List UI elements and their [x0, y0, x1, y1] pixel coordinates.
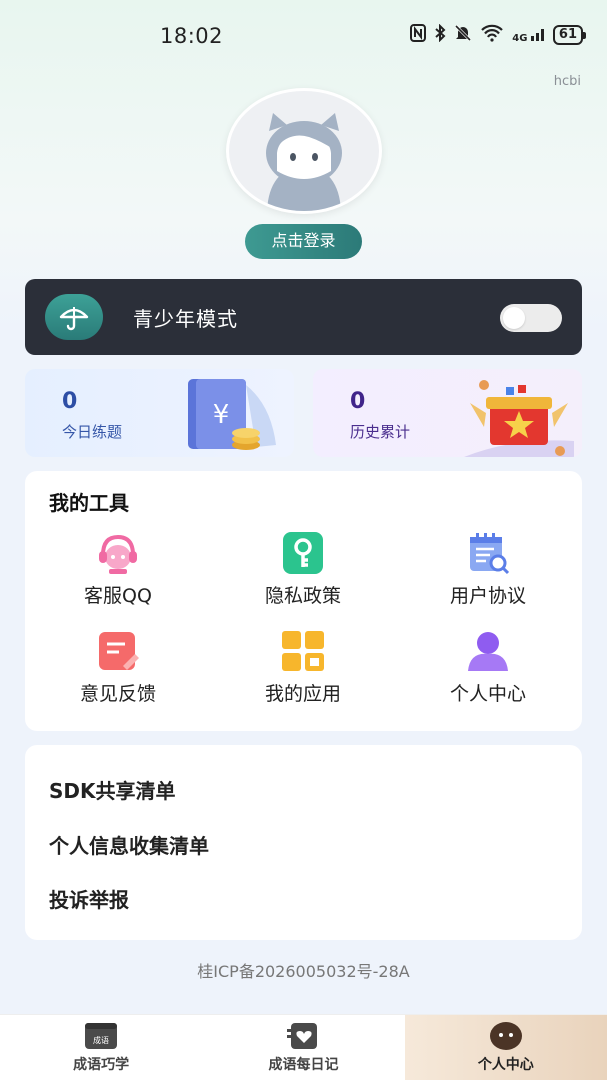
history-total-label: 历史累计	[350, 423, 411, 441]
tool-privacy-policy[interactable]: 隐私政策	[228, 531, 378, 608]
default-avatar-icon	[266, 113, 342, 211]
tab-daily-idiom[interactable]: 成语每日记	[202, 1015, 404, 1080]
status-time: 18:02	[160, 24, 224, 48]
customer-service-icon	[95, 531, 141, 575]
link-complaint-report[interactable]: 投诉举报	[49, 884, 129, 913]
history-total-value: 0	[350, 389, 366, 414]
tab-personal-center[interactable]: 个人中心	[404, 1015, 607, 1080]
svg-text:¥: ¥	[213, 400, 230, 430]
teen-mode-toggle[interactable]	[500, 304, 562, 332]
tool-label: 隐私政策	[264, 585, 341, 607]
document-search-icon	[465, 531, 511, 575]
link-personal-info-list[interactable]: 个人信息收集清单	[49, 830, 209, 859]
tool-label: 我的应用	[264, 683, 341, 705]
tool-user-agreement[interactable]: 用户协议	[413, 531, 563, 608]
today-practice-value: 0	[62, 389, 78, 414]
status-icons: 4G 61	[410, 23, 587, 46]
heart-card-icon	[285, 1021, 321, 1055]
teen-mode-label: 青少年模式	[133, 306, 238, 331]
tool-my-apps[interactable]: 我的应用	[228, 629, 378, 706]
tool-label: 意见反馈	[79, 683, 156, 705]
app-grid-icon	[280, 629, 326, 673]
teen-mode-bar[interactable]: 青少年模式	[25, 279, 582, 355]
tab-label: 成语巧学	[73, 1057, 130, 1073]
tab-label: 成语每日记	[268, 1057, 339, 1073]
tool-label: 用户协议	[449, 585, 526, 607]
tool-customer-service[interactable]: 客服QQ	[43, 531, 193, 608]
bluetooth-icon	[434, 23, 446, 46]
umbrella-icon	[45, 294, 103, 340]
network-type: 4G	[512, 32, 528, 44]
history-total-card[interactable]: 0 历史累计	[313, 369, 582, 457]
bottom-nav: 成语 成语巧学 成语每日记 个人中心	[0, 1014, 607, 1080]
today-practice-label: 今日练题	[62, 423, 123, 441]
mute-bell-icon	[454, 24, 472, 46]
gift-box-icon	[464, 375, 574, 457]
status-bar: 18:02 4G 61	[0, 0, 607, 70]
avatar[interactable]	[226, 88, 382, 214]
cellular-signal-icon: 4G	[512, 27, 545, 44]
tool-feedback[interactable]: 意见反馈	[43, 629, 193, 706]
svg-text:成语: 成语	[93, 1035, 109, 1045]
book-icon: 成语	[83, 1021, 119, 1055]
tool-label: 个人中心	[449, 683, 526, 705]
icp-number: 桂ICP备2026005032号-28A	[197, 962, 410, 981]
tab-idiom-learning[interactable]: 成语 成语巧学	[0, 1015, 202, 1080]
battery-indicator: 61	[552, 25, 587, 45]
nfc-icon	[410, 24, 427, 46]
tool-personal-center[interactable]: 个人中心	[413, 629, 563, 706]
tool-label: 客服QQ	[84, 585, 152, 607]
tools-card: 我的工具 客服QQ 隐私政策 用户协议 意见反馈 我的应用 个人中心	[25, 471, 582, 731]
corner-label: hcbi	[553, 74, 581, 89]
link-sdk-share-list[interactable]: SDK共享清单	[49, 775, 176, 804]
wifi-icon	[480, 24, 504, 46]
login-button[interactable]: 点击登录	[245, 224, 362, 259]
user-icon	[465, 629, 511, 673]
tab-label: 个人中心	[477, 1057, 534, 1073]
today-practice-card[interactable]: 0 今日练题 ¥	[25, 369, 294, 457]
tools-title: 我的工具	[49, 491, 129, 515]
links-card: SDK共享清单 个人信息收集清单 投诉举报	[25, 745, 582, 940]
key-icon	[280, 531, 326, 575]
money-book-icon: ¥	[176, 375, 286, 457]
face-icon	[488, 1021, 524, 1055]
feedback-note-icon	[95, 629, 141, 673]
